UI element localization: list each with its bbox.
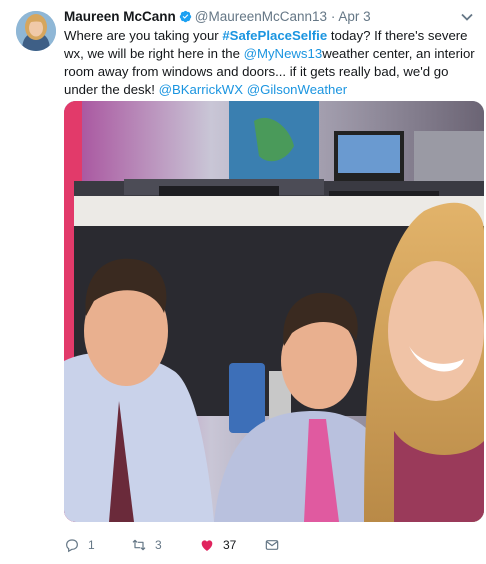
chevron-down-icon[interactable] — [460, 10, 474, 24]
reply-button[interactable]: 1 — [64, 535, 95, 555]
hashtag-link[interactable]: #SafePlaceSelfie — [222, 28, 327, 43]
selfie-photo-illustration — [64, 101, 484, 522]
direct-message-button[interactable] — [264, 535, 288, 555]
avatar[interactable] — [16, 11, 56, 51]
like-button[interactable]: 37 — [199, 535, 236, 555]
author-name[interactable]: Maureen McCann — [64, 9, 176, 24]
mention-link[interactable]: @MyNews13 — [244, 46, 323, 61]
mention-link[interactable]: @BKarrickWX — [159, 82, 243, 97]
like-count: 37 — [223, 538, 237, 552]
reply-count: 1 — [88, 538, 95, 552]
envelope-icon — [265, 540, 279, 550]
mention-link[interactable]: @GilsonWeather — [247, 82, 347, 97]
retweet-count: 3 — [155, 538, 162, 552]
tweet-actions: 1 3 37 — [64, 535, 484, 555]
tweet-date[interactable]: Apr 3 — [338, 9, 370, 24]
author-handle[interactable]: @MaureenMcCann13 — [195, 9, 327, 24]
tweet-text-part: Where are you taking your — [64, 28, 223, 43]
retweet-button[interactable]: 3 — [131, 535, 162, 555]
reply-icon — [66, 539, 78, 553]
tweet-photo[interactable] — [64, 101, 484, 522]
verified-badge-icon — [179, 10, 192, 23]
retweet-icon — [132, 539, 146, 551]
heart-icon — [201, 540, 213, 551]
tweet-header: Maureen McCann @MaureenMcCann13 · Apr 3 — [64, 9, 474, 27]
separator-dot: · — [330, 9, 336, 24]
tweet[interactable]: Maureen McCann @MaureenMcCann13 · Apr 3 W… — [0, 0, 486, 564]
tweet-text: Where are you taking your #SafePlaceSelf… — [64, 27, 480, 99]
